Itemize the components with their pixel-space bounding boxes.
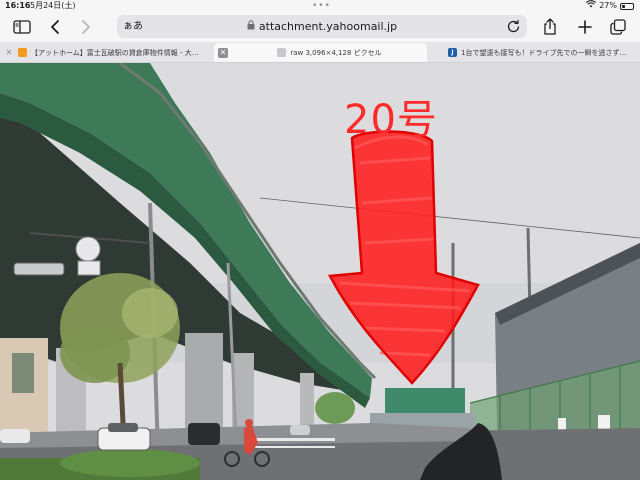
battery-icon — [620, 2, 634, 10]
tab-label: 【アットホーム】富士瓦破駅の貸倉庫物件情報 - 大… — [31, 48, 199, 57]
tab-1[interactable]: ✕ raw 3,096×4,128 ピクセル — [214, 43, 427, 62]
tab-close-icon[interactable]: ✕ — [4, 48, 14, 58]
street-photo — [0, 63, 640, 480]
browser-toolbar: ぁあ attachment.yahoomail.jp — [0, 12, 640, 42]
favicon-icon — [18, 48, 27, 57]
tab-2[interactable]: J 1台で望遠も接写も！ドライブ先での一瞬を逃さず… — [428, 43, 640, 62]
share-icon[interactable] — [539, 17, 561, 37]
tab-close-icon[interactable]: ✕ — [218, 47, 228, 58]
status-time: 16:16 — [5, 1, 31, 10]
tabs-overview-icon[interactable] — [607, 17, 629, 37]
back-icon[interactable] — [44, 17, 66, 37]
tab-bar: ✕ 【アットホーム】富士瓦破駅の貸倉庫物件情報 - 大… ✕ raw 3,096… — [0, 42, 640, 63]
status-date: 5月24日(土) — [30, 1, 76, 10]
url-text: attachment.yahoomail.jp — [258, 20, 398, 33]
forward-icon[interactable] — [75, 17, 97, 37]
tab-label: raw 3,096×4,128 ピクセル — [290, 48, 382, 57]
wifi-icon — [586, 0, 597, 12]
address-bar[interactable]: ぁあ attachment.yahoomail.jp — [117, 15, 527, 38]
url-display: attachment.yahoomail.jp — [117, 15, 527, 38]
sidebar-icon[interactable] — [11, 17, 33, 37]
reload-icon[interactable] — [506, 19, 521, 34]
favicon-icon: J — [448, 48, 457, 57]
favicon-icon — [277, 48, 287, 57]
tab-0[interactable]: ✕ 【アットホーム】富士瓦破駅の貸倉庫物件情報 - 大… — [0, 43, 213, 62]
multitasking-dots-icon[interactable]: ••• — [312, 0, 331, 12]
new-tab-icon[interactable] — [574, 17, 596, 37]
battery-level — [622, 4, 625, 8]
status-bar: 16:16 5月24日(土) ••• 27% — [0, 0, 640, 12]
annotation-label: 20号 — [344, 97, 438, 143]
battery-percent: 27% — [599, 1, 617, 10]
status-indicators: 27% — [586, 0, 634, 12]
tab-label: 1台で望遠も接写も！ドライブ先での一瞬を逃さず… — [461, 48, 627, 57]
lock-icon — [247, 20, 255, 33]
image-viewer[interactable]: 20号 — [0, 63, 640, 480]
